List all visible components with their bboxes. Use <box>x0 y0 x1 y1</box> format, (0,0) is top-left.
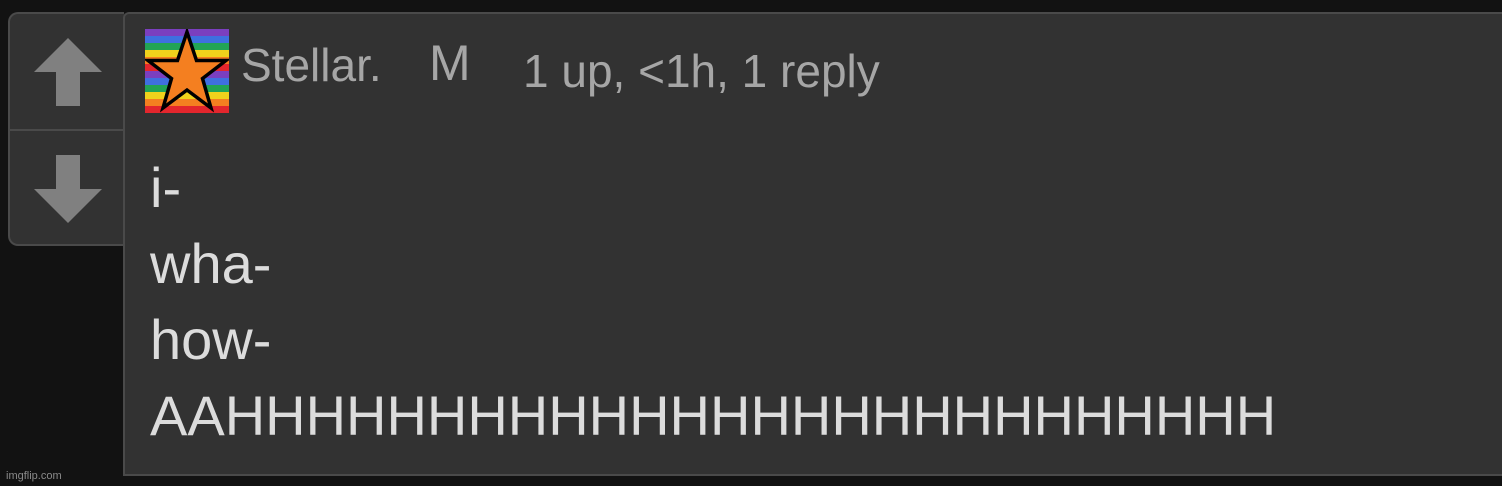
comment-body: i- wha- how- AAHHHHHHHHHHHHHHHHHHHHHHHHH… <box>150 150 1450 454</box>
comment-line: wha- <box>150 232 272 295</box>
comment-line: AAHHHHHHHHHHHHHHHHHHHHHHHHHH <box>150 384 1277 447</box>
mod-badge: M <box>429 35 471 91</box>
comment-card: Stellar. M 1 up, <1h, 1 reply i- wha- ho… <box>123 12 1502 476</box>
username-link[interactable]: Stellar. <box>241 42 382 88</box>
comment-meta[interactable]: 1 up, <1h, 1 reply <box>523 48 880 94</box>
vote-panel <box>8 12 126 246</box>
watermark: imgflip.com <box>6 470 62 482</box>
rainbow-star-avatar-icon[interactable] <box>145 29 229 113</box>
up-arrow-icon <box>34 37 102 106</box>
down-arrow-icon <box>34 154 102 223</box>
downvote-button[interactable] <box>10 131 126 246</box>
upvote-button[interactable] <box>10 14 126 131</box>
comment-line: how- <box>150 308 272 371</box>
comment-line: i- <box>150 156 182 219</box>
